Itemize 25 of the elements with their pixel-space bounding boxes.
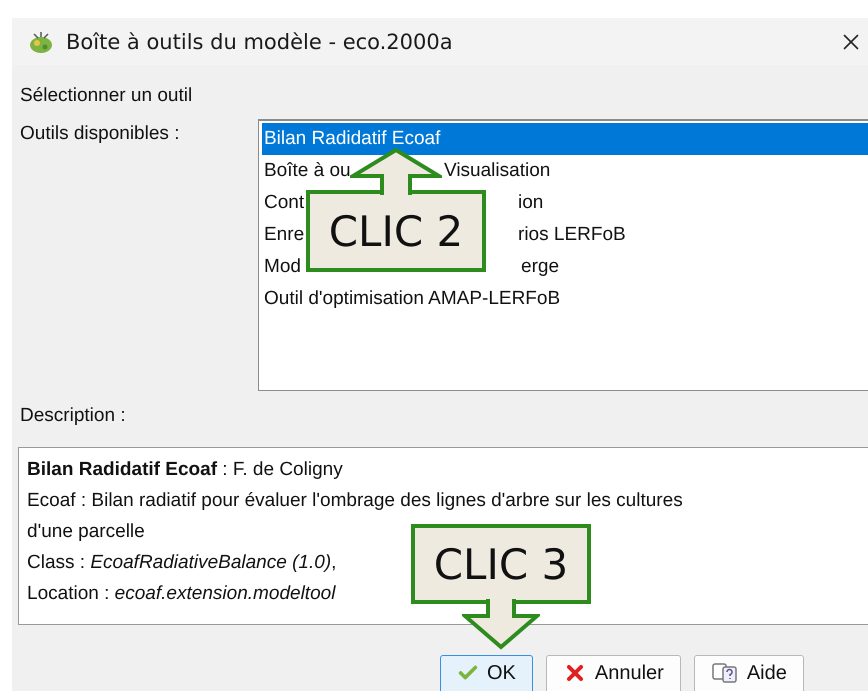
list-item-text[interactable]: Mod [264,256,301,277]
description-text: Class : EcoafRadiativeBalance (1.0), [27,551,336,575]
help-button[interactable]: Aide [694,655,804,691]
list-item-text[interactable]: Enre [264,224,304,245]
tools-label: Outils disponibles : [20,122,180,146]
list-item-text[interactable]: Visualisation [444,160,550,181]
callout-label: CLIC 2 [328,206,464,256]
list-item-text[interactable]: rios LERFoB [518,224,626,245]
callout-label: CLIC 3 [434,540,568,588]
list-item[interactable]: Outil d'optimisation AMAP-LERFoB [262,283,868,315]
window-title: Boîte à outils du modèle - eco.2000a [66,30,453,54]
list-item-text[interactable]: Cont [264,192,304,213]
cancel-button[interactable]: Annuler [546,655,681,691]
description-text: Location : ecoaf.extension.modeltool [27,582,336,606]
description-label: Description : [20,405,127,427]
section-heading: Sélectionner un outil [20,85,194,107]
list-item-text[interactable]: Boîte à ou [264,160,351,181]
list-item[interactable]: Bilan Radidatif Ecoaf [262,123,868,155]
list-item-text[interactable]: erge [521,256,560,277]
description-text: Bilan Radidatif Ecoaf : F. de Coligny [27,458,343,482]
ok-button[interactable]: OK [440,655,533,691]
list-item-text[interactable]: ion [518,192,544,213]
help-icon [710,661,739,685]
description-text: Ecoaf : Bilan radiatif pour évaluer l'ombrage des lignes d'arbre sur les cultures [27,489,683,513]
description-text: d'une parcelle [27,520,145,544]
